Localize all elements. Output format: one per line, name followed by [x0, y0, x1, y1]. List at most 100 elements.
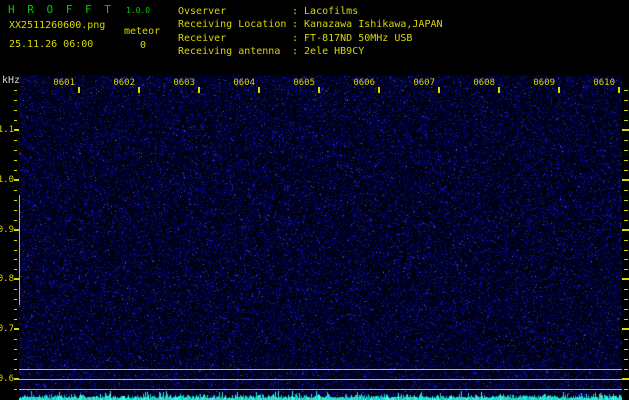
- freq-minor-tick-right: [624, 90, 628, 92]
- app-version: 1.0.0: [126, 6, 151, 15]
- freq-minor-tick-right: [624, 100, 628, 102]
- time-tick: [618, 87, 620, 93]
- freq-minor-tick-right: [624, 359, 628, 361]
- info-value: : FT-817ND 50MHz USB: [292, 32, 413, 44]
- freq-tick-label-0.8: 0.8: [0, 274, 14, 285]
- time-tick-label-0601: 0601: [53, 78, 75, 88]
- info-row-1: Receiving Location : Kanazawa Ishikawa,JA…: [178, 18, 443, 31]
- info-value: : Lacofilms: [292, 6, 359, 17]
- freq-minor-tick-right: [624, 139, 628, 141]
- freq-minor-tick-left: [14, 219, 17, 221]
- freq-minor-tick-left: [14, 309, 17, 311]
- time-tick: [138, 87, 140, 93]
- freq-minor-tick-right: [624, 309, 628, 311]
- output-filename: XX2511260600.png: [9, 20, 106, 31]
- freq-minor-tick-left: [14, 339, 17, 341]
- freq-tick-label-0.9: 0.9: [0, 224, 14, 235]
- freq-minor-tick-left: [14, 90, 17, 92]
- info-row-3: Receiving antenna: 2ele HB9CY: [178, 45, 443, 58]
- freq-minor-tick-left: [14, 289, 17, 291]
- freq-minor-tick-left: [14, 249, 17, 251]
- time-tick: [318, 87, 320, 93]
- time-tick-label-0605: 0605: [293, 78, 315, 88]
- meteor-count: 0: [140, 40, 147, 51]
- time-tick-label-0609: 0609: [533, 78, 555, 88]
- freq-minor-tick-right: [624, 239, 628, 241]
- freq-minor-tick-right: [624, 299, 628, 301]
- freq-minor-tick-left: [14, 199, 17, 201]
- freq-major-tick-right: [622, 328, 629, 331]
- time-tick: [438, 87, 440, 93]
- freq-major-tick-left: [14, 178, 19, 181]
- freq-major-tick-right: [622, 178, 629, 181]
- freq-minor-tick-left: [14, 159, 17, 161]
- station-info-table: Ovserver : Lacofilms Receiving Location : K…: [178, 5, 443, 59]
- freq-tick-label-1.0: 1.0: [0, 174, 14, 185]
- freq-minor-tick-left: [14, 209, 17, 211]
- freq-minor-tick-right: [624, 259, 628, 261]
- freq-minor-tick-right: [624, 120, 628, 122]
- reference-line-0.62khz: [19, 369, 622, 370]
- freq-minor-tick-left: [14, 239, 17, 241]
- freq-minor-tick-right: [624, 388, 628, 390]
- freq-minor-tick-left: [14, 189, 17, 191]
- freq-major-tick-right: [622, 129, 629, 131]
- freq-major-tick-left: [14, 129, 19, 131]
- freq-minor-tick-right: [624, 209, 628, 211]
- freq-minor-tick-right: [624, 369, 628, 371]
- time-tick: [378, 87, 380, 93]
- time-tick-label-0607: 0607: [413, 78, 435, 88]
- freq-minor-tick-left: [14, 100, 17, 102]
- freq-major-tick-left: [14, 278, 19, 281]
- counting-band-marker: [19, 195, 20, 305]
- freq-minor-tick-left: [14, 110, 17, 112]
- freq-axis-unit-label: kHz: [2, 75, 21, 86]
- freq-major-tick-right: [622, 378, 629, 380]
- info-label: Ovserver: [178, 6, 227, 17]
- time-tick-label-0603: 0603: [173, 78, 195, 88]
- freq-minor-tick-left: [14, 269, 17, 271]
- freq-minor-tick-left: [14, 349, 17, 351]
- freq-minor-tick-right: [624, 249, 628, 251]
- freq-minor-tick-right: [624, 219, 628, 221]
- freq-minor-tick-right: [624, 269, 628, 271]
- hrofft-spectrogram-output: H R O F F T 1.0.0 XX2511260600.png meteo…: [0, 0, 629, 400]
- freq-minor-tick-left: [14, 299, 17, 301]
- info-label: Receiver: [178, 32, 227, 44]
- spectrogram-noise-canvas: [19, 74, 622, 400]
- reference-line-0.58khz: [19, 389, 622, 390]
- app-title: H R O F F T: [8, 3, 114, 16]
- time-tick: [78, 87, 80, 93]
- freq-minor-tick-left: [14, 319, 17, 321]
- reference-line-0.6khz: [19, 379, 622, 380]
- time-tick: [498, 87, 500, 93]
- freq-major-tick-right: [622, 228, 629, 231]
- info-value: : Kanazawa Ishikawa,JAPAN: [292, 19, 443, 31]
- freq-minor-tick-right: [624, 339, 628, 341]
- freq-minor-tick-left: [14, 388, 17, 390]
- info-label: Receiving antenna: [178, 46, 281, 58]
- freq-major-tick-left: [14, 328, 19, 331]
- info-label: Receiving Location: [178, 19, 287, 31]
- freq-major-tick-left: [14, 378, 19, 380]
- freq-minor-tick-left: [14, 369, 17, 371]
- freq-minor-tick-left: [14, 259, 17, 261]
- freq-minor-tick-right: [624, 289, 628, 291]
- datetime-label: 25.11.26 06:00: [9, 39, 94, 50]
- time-tick: [258, 87, 260, 93]
- freq-major-tick-left: [14, 228, 19, 231]
- freq-minor-tick-right: [624, 159, 628, 161]
- freq-minor-tick-right: [624, 319, 628, 321]
- time-tick-label-0604: 0604: [233, 78, 255, 88]
- time-tick-label-0602: 0602: [113, 78, 135, 88]
- mode-label: meteor: [124, 26, 161, 37]
- time-tick-label-0606: 0606: [353, 78, 375, 88]
- freq-tick-label-1.1: 1.1: [0, 125, 14, 135]
- info-row-2: Receiver : FT-817ND 50MHz USB: [178, 32, 443, 45]
- info-row-0: Ovserver : Lacofilms: [178, 5, 443, 18]
- freq-minor-tick-right: [624, 189, 628, 191]
- freq-major-tick-right: [622, 278, 629, 281]
- time-tick-label-0608: 0608: [473, 78, 495, 88]
- freq-minor-tick-left: [14, 169, 17, 171]
- time-tick-label-0610: 0610: [593, 78, 615, 88]
